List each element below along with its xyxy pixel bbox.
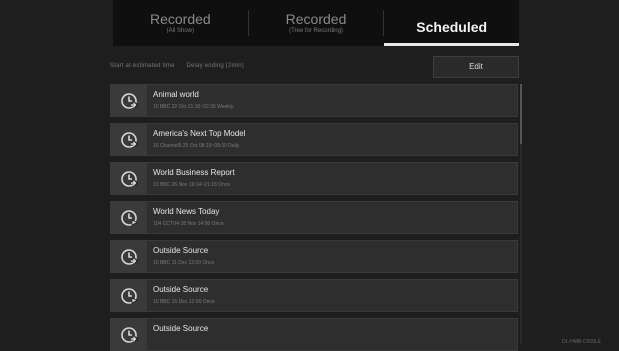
tab-scheduled[interactable]: Scheduled [384,0,519,46]
model-code: DL-HMB-C000LE [562,339,601,345]
scheduled-item[interactable]: Outside Source 10 BBC 15 Dec 12:00 Once [110,279,518,312]
scheduled-item[interactable]: America's Next Top Model 16 Channel5 25 O… [110,123,518,156]
tab-recorded-tree[interactable]: Recorded (Tree for Recording) [249,0,384,46]
clock-repeat-icon [111,241,147,272]
tab-bar: Recorded (All Show) Recorded (Tree for R… [113,0,519,46]
clock-repeat-icon [111,319,147,350]
program-schedule: 10 BBC 11 Dec 12:00 Once [153,260,215,266]
program-schedule: 10 BBC 22 Oct 21:10~22:30 Weekly [153,104,234,110]
clock-repeat-icon [111,85,147,116]
program-title: Outside Source [153,324,209,333]
program-title: America's Next Top Model [153,129,246,138]
scheduled-item[interactable]: Outside Source [110,318,518,351]
clock-repeat-icon [111,124,147,155]
scheduled-item[interactable]: Animal world 10 BBC 22 Oct 21:10~22:30 We… [110,84,518,117]
delay-option-text: Delay ending (2min) [186,63,244,69]
program-title: World Business Report [153,168,235,177]
tab-subtitle: (Tree for Recording) [289,28,343,34]
program-schedule: 10 BBC 26 Nov 19:14~21:18 Once [153,182,231,188]
start-option-text: Start at estimated time [110,63,175,69]
tab-subtitle: (All Show) [166,28,194,34]
program-title: World News Today [153,207,220,216]
tab-title: Recorded [285,11,347,27]
clock-repeat-icon [111,163,147,194]
tab-title: Recorded [149,11,211,27]
scheduled-item[interactable]: World Business Report 10 BBC 26 Nov 19:14… [110,162,518,195]
program-schedule: 16 Channel5 25 Oct 08:19~09:30 Daily [153,143,240,149]
scrollbar-thumb[interactable] [520,84,522,144]
scheduled-item[interactable]: Outside Source 10 BBC 11 Dec 12:00 Once [110,240,518,273]
program-schedule: 10 BBC 15 Dec 12:00 Once [153,299,215,305]
program-title: Animal world [153,90,199,99]
program-title: Outside Source [153,246,209,255]
scrollbar[interactable] [520,84,522,344]
scheduled-item[interactable]: World News Today 104 CCTV4 18 Nov 14:00 O… [110,201,518,234]
tab-recorded-all[interactable]: Recorded (All Show) [113,0,248,46]
scheduled-recordings-screen: Recorded (All Show) Recorded (Tree for R… [0,0,619,351]
scheduled-list: Animal world 10 BBC 22 Oct 21:10~22:30 We… [110,84,518,351]
clock-play-icon [111,202,147,233]
recording-options-info: Start at estimated time Delay ending (2m… [110,63,244,69]
program-schedule: 104 CCTV4 18 Nov 14:00 Once [153,221,224,227]
edit-button[interactable]: Edit [433,56,519,78]
options-bar: Start at estimated time Delay ending (2m… [110,56,522,78]
tab-title: Scheduled [416,19,488,35]
program-title: Outside Source [153,285,209,294]
clock-play-icon [111,280,147,311]
